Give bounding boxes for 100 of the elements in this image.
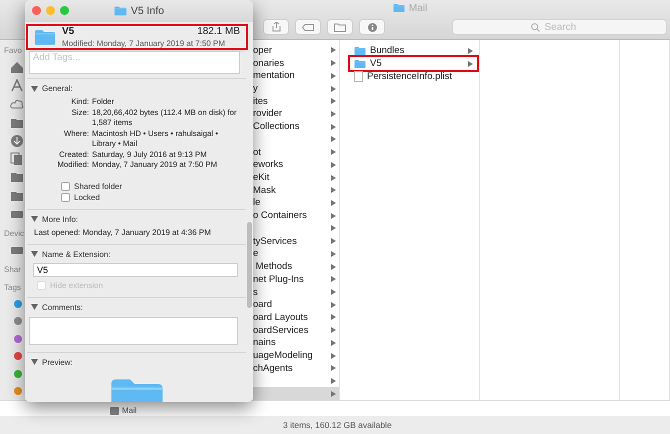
folder-icon: [392, 3, 405, 13]
new-folder-button[interactable]: [327, 19, 353, 35]
folder-name: nains: [253, 337, 276, 348]
tag-dot[interactable]: [14, 334, 22, 343]
folder-row[interactable]: s: [253, 286, 339, 298]
folder-row[interactable]: rovider: [253, 108, 339, 120]
folder-row[interactable]: oard Layouts: [253, 311, 339, 324]
section-heading: Comments:: [42, 302, 83, 312]
tag-button[interactable]: [295, 19, 321, 35]
folder-name: oardServices: [253, 324, 308, 336]
folder-name: ites: [253, 96, 268, 107]
folder-row[interactable]: Methods: [253, 260, 339, 273]
search-input[interactable]: Search: [542, 20, 588, 34]
disclosure-triangle-icon[interactable]: [31, 359, 38, 365]
disclosure-triangle-icon[interactable]: [31, 86, 38, 92]
disclosure-triangle-icon[interactable]: [31, 304, 38, 310]
sidebar-heading: Devic: [3, 228, 25, 240]
sidebar-heading: Tags: [3, 282, 22, 294]
folder-row[interactable]: eKit: [253, 171, 339, 184]
letter-a-icon[interactable]: [10, 78, 24, 92]
folder-row[interactable]: ites: [253, 94, 339, 108]
folder-row[interactable]: oardServices: [253, 324, 339, 337]
tag-dot[interactable]: [14, 317, 22, 326]
folder-row[interactable]: le: [253, 196, 339, 210]
name-field[interactable]: V5: [33, 262, 238, 276]
search-icon: [530, 22, 540, 32]
folder-name: eKit: [253, 172, 270, 184]
folder-icon: [334, 22, 346, 32]
tags-field[interactable]: Add Tags...: [29, 51, 240, 74]
documents-icon[interactable]: [10, 152, 24, 166]
folder-name: le: [253, 197, 260, 208]
arrow-icon: [468, 48, 473, 54]
share-icon: [272, 22, 280, 32]
folder-name: eworks: [253, 159, 284, 170]
folder-name: o Containers: [253, 210, 307, 222]
folder-row[interactable]: uageModeling: [253, 349, 339, 362]
folder-row[interactable]: nains: [253, 336, 339, 350]
folder-icon: [34, 28, 56, 46]
section-heading: Name & Extension:: [42, 250, 110, 258]
folder-icon: [354, 58, 366, 68]
tag-icon: [302, 24, 314, 30]
info-icon: [368, 22, 376, 32]
section-heading: Preview:: [42, 358, 73, 366]
last-opened-text: Last opened: Monday, 7 January 2019 at 4:36 PM: [33, 226, 212, 236]
folder-name: y: [253, 83, 258, 94]
folder-row[interactable]: ot: [253, 146, 339, 158]
folder-name: onaries: [253, 58, 284, 69]
folder-icon[interactable]: [10, 170, 24, 184]
folder-name: net Plug-Ins: [253, 274, 304, 285]
folder-name: chAgents: [253, 362, 293, 374]
folder-row[interactable]: y: [253, 82, 339, 95]
folder-row[interactable]: Collections: [253, 120, 339, 134]
cloud-icon[interactable]: [10, 97, 24, 110]
checkbox[interactable]: Locked: [61, 192, 242, 202]
folder-row[interactable]: net Plug-Ins: [253, 272, 339, 286]
close-button[interactable]: [32, 6, 41, 15]
scrollbar[interactable]: [247, 222, 252, 308]
file-row[interactable]: Bundles: [350, 44, 477, 57]
comments-field[interactable]: [29, 316, 238, 344]
disclosure-triangle-icon[interactable]: [31, 251, 38, 257]
folder-row[interactable]: o Containers: [253, 209, 339, 222]
file-row[interactable]: V5: [350, 57, 477, 70]
tag-dot[interactable]: [14, 300, 22, 308]
file-name: V5: [62, 26, 74, 37]
folder-row[interactable]: oper: [253, 44, 339, 57]
section-heading: General:: [42, 84, 73, 93]
folder-row[interactable]: mentation: [253, 69, 339, 82]
folder-name: e: [253, 248, 258, 260]
folder-name: Mask: [253, 184, 276, 196]
folder-row[interactable]: oard: [253, 298, 339, 312]
folder-row[interactable]: tyServices: [253, 234, 339, 248]
drive-icon: [110, 407, 119, 415]
info-button[interactable]: [359, 19, 385, 35]
tag-dot[interactable]: [14, 352, 22, 360]
disclosure-triangle-icon[interactable]: [31, 216, 38, 222]
window-title: Mail: [408, 2, 428, 14]
folder-row[interactable]: chAgents: [253, 362, 339, 375]
share-button[interactable]: [263, 19, 289, 35]
tag-dot[interactable]: [14, 370, 22, 378]
folder-row[interactable]: Mask: [253, 184, 339, 197]
checkbox[interactable]: Shared folder: [61, 182, 242, 190]
folder-row[interactable]: e: [253, 248, 339, 260]
home-icon[interactable]: [10, 60, 24, 74]
folder-name: Collections: [253, 121, 300, 132]
folder-row[interactable]: onaries: [253, 56, 339, 70]
file-row[interactable]: PersistenceInfo.plist: [350, 70, 477, 83]
folder-name: ot: [253, 146, 261, 158]
path-item[interactable]: Mail: [122, 406, 137, 415]
folder-icon: [354, 46, 366, 56]
folder-name: oard: [253, 299, 272, 310]
search-field[interactable]: Search: [452, 19, 667, 35]
folder-row[interactable]: eworks: [253, 158, 339, 172]
folder-name: uageModeling: [253, 350, 313, 362]
status-text: 3 items, 160.12 GB available: [283, 420, 392, 430]
modified-date: Modified: Monday, 7 January 2019 at 7:50 PM: [62, 39, 226, 48]
folder-name: tyServices: [253, 236, 297, 247]
tag-dot[interactable]: [14, 387, 22, 396]
document-icon: [354, 71, 363, 82]
download-icon[interactable]: [10, 134, 24, 147]
sidebar-heading: Favo: [3, 45, 23, 57]
